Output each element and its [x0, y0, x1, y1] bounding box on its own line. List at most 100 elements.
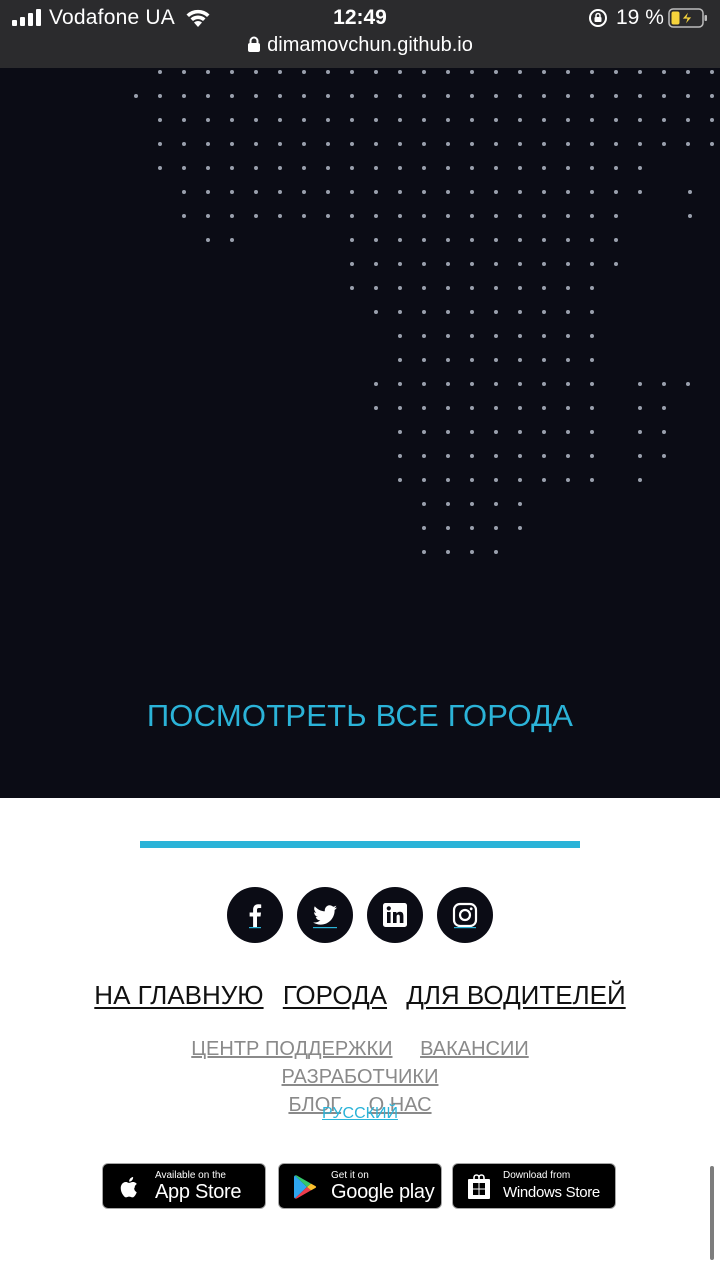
google-play-badge[interactable]: Get it on Google play: [278, 1163, 442, 1209]
map-dot: [326, 118, 330, 122]
map-dot: [398, 238, 402, 242]
accent-divider: [140, 841, 580, 848]
map-dot: [182, 190, 186, 194]
for-drivers-link[interactable]: ДЛЯ ВОДИТЕЛЕЙ: [406, 980, 625, 1010]
map-dot: [374, 70, 378, 74]
map-dot: [350, 214, 354, 218]
app-store-badge[interactable]: Available on the App Store: [102, 1163, 266, 1209]
map-dot: [254, 190, 258, 194]
map-dot: [590, 166, 594, 170]
map-dot: [470, 502, 474, 506]
map-dot: [254, 94, 258, 98]
map-dot: [206, 166, 210, 170]
map-dot: [566, 358, 570, 362]
map-dot: [470, 550, 474, 554]
map-dot: [470, 358, 474, 362]
map-dot: [398, 406, 402, 410]
map-dot: [518, 502, 522, 506]
map-dot: [518, 190, 522, 194]
map-dot: [494, 286, 498, 290]
map-dot: [398, 70, 402, 74]
map-dot: [566, 478, 570, 482]
map-dot: [494, 550, 498, 554]
map-dot: [614, 190, 618, 194]
map-dot: [518, 358, 522, 362]
map-dot: [518, 310, 522, 314]
map-dot: [662, 454, 666, 458]
map-dot: [470, 238, 474, 242]
map-dot: [206, 142, 210, 146]
map-dot: [206, 94, 210, 98]
view-all-cities-link[interactable]: ПОСМОТРЕТЬ ВСЕ ГОРОДА: [0, 698, 720, 734]
home-link[interactable]: НА ГЛАВНУЮ: [94, 980, 263, 1010]
map-dot: [542, 262, 546, 266]
map-dot: [638, 382, 642, 386]
map-dot: [278, 166, 282, 170]
map-dot: [422, 142, 426, 146]
map-dot: [590, 406, 594, 410]
map-dot: [494, 70, 498, 74]
map-dot: [374, 382, 378, 386]
facebook-button[interactable]: [227, 887, 283, 943]
map-dot: [518, 382, 522, 386]
support-center-link[interactable]: ЦЕНТР ПОДДЕРЖКИ: [191, 1038, 392, 1060]
twitter-button[interactable]: [297, 887, 353, 943]
map-dot: [326, 94, 330, 98]
map-dot: [686, 118, 690, 122]
map-dot: [374, 118, 378, 122]
instagram-button[interactable]: [437, 887, 493, 943]
dotted-world-map: [134, 70, 714, 554]
map-dot: [350, 118, 354, 122]
map-dot: [470, 454, 474, 458]
map-dot: [662, 406, 666, 410]
map-dot: [470, 334, 474, 338]
map-dot: [254, 70, 258, 74]
vacancies-link[interactable]: ВАКАНСИИ: [420, 1038, 529, 1060]
map-dot: [542, 238, 546, 242]
map-dot: [446, 454, 450, 458]
map-dot: [686, 142, 690, 146]
padlock-icon: [248, 36, 261, 52]
map-dot: [638, 94, 642, 98]
cities-link[interactable]: ГОРОДА: [283, 980, 387, 1010]
map-dot: [254, 118, 258, 122]
map-dot: [158, 166, 162, 170]
map-dot: [638, 142, 642, 146]
map-dot: [446, 478, 450, 482]
map-dot: [302, 118, 306, 122]
developers-link[interactable]: РАЗРАБОТЧИКИ: [282, 1066, 439, 1088]
map-dot: [230, 166, 234, 170]
map-dot: [398, 262, 402, 266]
map-dot: [614, 214, 618, 218]
linkedin-button[interactable]: [367, 887, 423, 943]
map-dot: [326, 190, 330, 194]
windows-store-caption: Download from: [503, 1170, 571, 1181]
page-scrollbar[interactable]: [710, 1166, 714, 1260]
map-dot: [374, 406, 378, 410]
map-dot: [614, 262, 618, 266]
map-dot: [518, 142, 522, 146]
map-dot: [446, 214, 450, 218]
map-dot: [566, 142, 570, 146]
address-bar[interactable]: dimamovchun.github.io: [0, 34, 720, 60]
map-dot: [590, 262, 594, 266]
map-dot: [470, 310, 474, 314]
map-dot: [422, 262, 426, 266]
map-dot: [494, 430, 498, 434]
map-dot: [446, 94, 450, 98]
map-dot: [566, 454, 570, 458]
map-dot: [278, 94, 282, 98]
map-dot: [446, 358, 450, 362]
map-dot: [398, 118, 402, 122]
map-dot: [688, 214, 692, 218]
map-dot: [662, 94, 666, 98]
windows-store-badge[interactable]: Download from Windows Store: [452, 1163, 616, 1209]
map-dot: [446, 406, 450, 410]
language-link[interactable]: РУССКИЙ: [322, 1105, 398, 1122]
map-dot: [446, 142, 450, 146]
map-dot: [686, 382, 690, 386]
map-dot: [542, 478, 546, 482]
map-dot: [542, 166, 546, 170]
map-dot: [542, 454, 546, 458]
map-dot: [350, 238, 354, 242]
